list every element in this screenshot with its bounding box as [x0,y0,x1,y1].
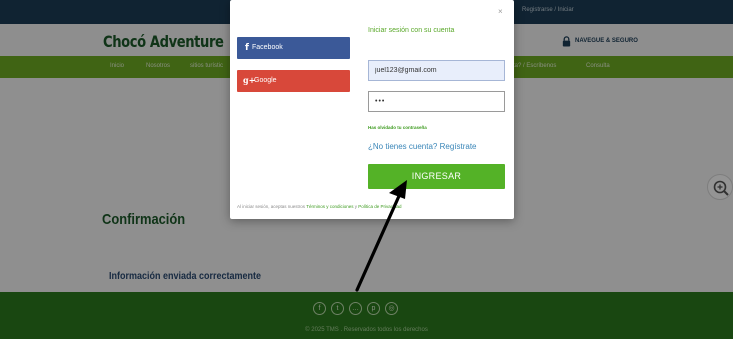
login-title: Iniciar sesión con su cuenta [368,27,455,34]
terms-notice: Al iniciar sesión, aceptas nuestros Térm… [237,204,402,209]
facebook-login-button[interactable]: f Facebook [237,37,350,59]
login-modal: × f Facebook g+ Google Iniciar sesión co… [230,0,514,219]
password-field[interactable] [368,91,505,112]
close-icon[interactable]: × [498,8,503,16]
google-button-label: Google [254,77,277,84]
register-link[interactable]: ¿No tienes cuenta? Regístrate [368,142,477,151]
submit-login-button[interactable]: INGRESAR [368,164,505,189]
privacy-link[interactable]: Política de Privacidad [358,204,401,209]
terms-prefix: Al iniciar sesión, aceptas nuestros [237,204,307,209]
google-login-button[interactable]: g+ Google [237,70,350,92]
terms-link[interactable]: Términos y condiciones [306,204,353,209]
facebook-icon: f [245,43,249,53]
forgot-password-link[interactable]: Has olvidado tu contraseña [368,125,427,130]
facebook-button-label: Facebook [252,44,283,51]
email-field[interactable] [368,60,505,81]
